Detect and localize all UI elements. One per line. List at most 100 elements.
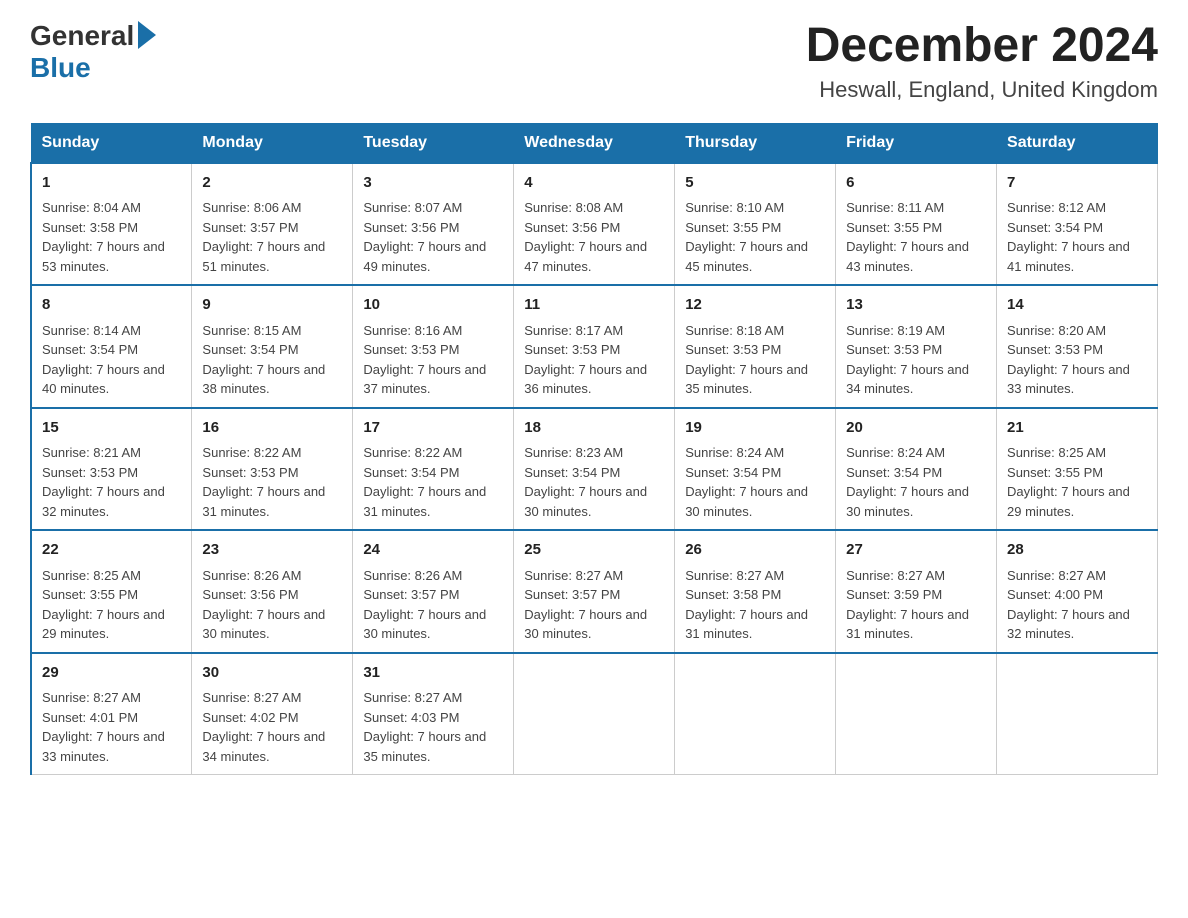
day-info: Sunrise: 8:26 AMSunset: 3:57 PMDaylight:… [363, 566, 503, 644]
calendar-cell: 6Sunrise: 8:11 AMSunset: 3:55 PMDaylight… [836, 163, 997, 286]
logo-blue-text: Blue [30, 52, 91, 83]
day-info: Sunrise: 8:12 AMSunset: 3:54 PMDaylight:… [1007, 198, 1147, 276]
day-info: Sunrise: 8:26 AMSunset: 3:56 PMDaylight:… [202, 566, 342, 644]
day-number: 28 [1007, 539, 1147, 562]
day-info: Sunrise: 8:20 AMSunset: 3:53 PMDaylight:… [1007, 321, 1147, 399]
logo-general-text: General [30, 20, 134, 52]
calendar-table: Sunday Monday Tuesday Wednesday Thursday… [30, 123, 1158, 776]
day-number: 30 [202, 662, 342, 685]
calendar-cell [675, 653, 836, 775]
calendar-cell: 5 Sunrise: 8:10 AMSunset: 3:55 PMDaylight… [675, 163, 836, 286]
day-number: 25 [524, 539, 664, 562]
day-info: Sunrise: 8:24 AMSunset: 3:54 PMDaylight:… [685, 443, 825, 521]
calendar-cell: 16Sunrise: 8:22 AMSunset: 3:53 PMDayligh… [192, 408, 353, 531]
day-number: 3 [363, 172, 503, 195]
day-number: 14 [1007, 294, 1147, 317]
col-wednesday: Wednesday [514, 123, 675, 163]
day-info: Sunrise: 8:17 AMSunset: 3:53 PMDaylight:… [524, 321, 664, 399]
week-row-5: 29 Sunrise: 8:27 AMSunset: 4:01 PMDayligh… [31, 653, 1158, 775]
day-number: 1 [42, 172, 181, 195]
day-number: 24 [363, 539, 503, 562]
day-info: Sunrise: 8:07 AMSunset: 3:56 PMDaylight:… [363, 198, 503, 276]
col-monday: Monday [192, 123, 353, 163]
day-info: Sunrise: 8:27 AMSunset: 4:03 PMDaylight:… [363, 688, 503, 766]
week-row-3: 15 Sunrise: 8:21 AMSunset: 3:53 PMDayligh… [31, 408, 1158, 531]
day-info: Sunrise: 8:27 AMSunset: 3:57 PMDaylight:… [524, 566, 664, 644]
calendar-cell: 12 Sunrise: 8:18 AMSunset: 3:53 PMDayligh… [675, 285, 836, 408]
calendar-cell: 18Sunrise: 8:23 AMSunset: 3:54 PMDayligh… [514, 408, 675, 531]
calendar-cell: 15 Sunrise: 8:21 AMSunset: 3:53 PMDayligh… [31, 408, 192, 531]
week-row-1: 1 Sunrise: 8:04 AMSunset: 3:58 PMDaylight… [31, 163, 1158, 286]
day-number: 8 [42, 294, 181, 317]
calendar-cell: 14 Sunrise: 8:20 AMSunset: 3:53 PMDayligh… [997, 285, 1158, 408]
day-info: Sunrise: 8:16 AMSunset: 3:53 PMDaylight:… [363, 321, 503, 399]
day-info: Sunrise: 8:14 AMSunset: 3:54 PMDaylight:… [42, 321, 181, 399]
day-number: 9 [202, 294, 342, 317]
calendar-cell: 27Sunrise: 8:27 AMSunset: 3:59 PMDayligh… [836, 530, 997, 653]
calendar-cell: 31 Sunrise: 8:27 AMSunset: 4:03 PMDayligh… [353, 653, 514, 775]
calendar-cell: 3 Sunrise: 8:07 AMSunset: 3:56 PMDaylight… [353, 163, 514, 286]
day-number: 5 [685, 172, 825, 195]
calendar-cell: 26 Sunrise: 8:27 AMSunset: 3:58 PMDayligh… [675, 530, 836, 653]
day-number: 26 [685, 539, 825, 562]
day-number: 6 [846, 172, 986, 195]
day-info: Sunrise: 8:21 AMSunset: 3:53 PMDaylight:… [42, 443, 181, 521]
day-number: 21 [1007, 417, 1147, 440]
calendar-header-row: Sunday Monday Tuesday Wednesday Thursday… [31, 123, 1158, 163]
day-info: Sunrise: 8:08 AMSunset: 3:56 PMDaylight:… [524, 198, 664, 276]
week-row-4: 22Sunrise: 8:25 AMSunset: 3:55 PMDayligh… [31, 530, 1158, 653]
day-number: 13 [846, 294, 986, 317]
calendar-cell: 21 Sunrise: 8:25 AMSunset: 3:55 PMDayligh… [997, 408, 1158, 531]
calendar-cell: 28Sunrise: 8:27 AMSunset: 4:00 PMDayligh… [997, 530, 1158, 653]
day-number: 17 [363, 417, 503, 440]
col-tuesday: Tuesday [353, 123, 514, 163]
calendar-cell: 2 Sunrise: 8:06 AMSunset: 3:57 PMDaylight… [192, 163, 353, 286]
logo: General Blue [30, 20, 156, 84]
calendar-cell: 4 Sunrise: 8:08 AMSunset: 3:56 PMDaylight… [514, 163, 675, 286]
day-info: Sunrise: 8:06 AMSunset: 3:57 PMDaylight:… [202, 198, 342, 276]
page-header: General Blue December 2024 Heswall, Engl… [30, 20, 1158, 103]
day-number: 31 [363, 662, 503, 685]
day-info: Sunrise: 8:19 AMSunset: 3:53 PMDaylight:… [846, 321, 986, 399]
location-subtitle: Heswall, England, United Kingdom [806, 77, 1158, 103]
calendar-cell: 7Sunrise: 8:12 AMSunset: 3:54 PMDaylight… [997, 163, 1158, 286]
day-number: 27 [846, 539, 986, 562]
day-info: Sunrise: 8:27 AMSunset: 3:58 PMDaylight:… [685, 566, 825, 644]
day-info: Sunrise: 8:18 AMSunset: 3:53 PMDaylight:… [685, 321, 825, 399]
day-info: Sunrise: 8:10 AMSunset: 3:55 PMDaylight:… [685, 198, 825, 276]
day-number: 4 [524, 172, 664, 195]
day-info: Sunrise: 8:04 AMSunset: 3:58 PMDaylight:… [42, 198, 181, 276]
day-number: 12 [685, 294, 825, 317]
calendar-cell: 24 Sunrise: 8:26 AMSunset: 3:57 PMDayligh… [353, 530, 514, 653]
calendar-cell: 30 Sunrise: 8:27 AMSunset: 4:02 PMDayligh… [192, 653, 353, 775]
calendar-cell: 17 Sunrise: 8:22 AMSunset: 3:54 PMDayligh… [353, 408, 514, 531]
day-number: 29 [42, 662, 181, 685]
calendar-cell: 8 Sunrise: 8:14 AMSunset: 3:54 PMDaylight… [31, 285, 192, 408]
day-info: Sunrise: 8:27 AMSunset: 4:02 PMDaylight:… [202, 688, 342, 766]
week-row-2: 8 Sunrise: 8:14 AMSunset: 3:54 PMDaylight… [31, 285, 1158, 408]
day-info: Sunrise: 8:27 AMSunset: 4:01 PMDaylight:… [42, 688, 181, 766]
calendar-cell: 25 Sunrise: 8:27 AMSunset: 3:57 PMDayligh… [514, 530, 675, 653]
calendar-cell: 20Sunrise: 8:24 AMSunset: 3:54 PMDayligh… [836, 408, 997, 531]
title-block: December 2024 Heswall, England, United K… [806, 20, 1158, 103]
calendar-cell: 11 Sunrise: 8:17 AMSunset: 3:53 PMDayligh… [514, 285, 675, 408]
calendar-cell: 22Sunrise: 8:25 AMSunset: 3:55 PMDayligh… [31, 530, 192, 653]
day-number: 22 [42, 539, 181, 562]
calendar-cell: 13 Sunrise: 8:19 AMSunset: 3:53 PMDayligh… [836, 285, 997, 408]
day-info: Sunrise: 8:24 AMSunset: 3:54 PMDaylight:… [846, 443, 986, 521]
day-number: 16 [202, 417, 342, 440]
col-friday: Friday [836, 123, 997, 163]
day-info: Sunrise: 8:22 AMSunset: 3:54 PMDaylight:… [363, 443, 503, 521]
logo-triangle-icon [138, 21, 156, 49]
day-number: 2 [202, 172, 342, 195]
calendar-cell: 19 Sunrise: 8:24 AMSunset: 3:54 PMDayligh… [675, 408, 836, 531]
day-number: 19 [685, 417, 825, 440]
day-info: Sunrise: 8:25 AMSunset: 3:55 PMDaylight:… [1007, 443, 1147, 521]
calendar-cell: 10Sunrise: 8:16 AMSunset: 3:53 PMDayligh… [353, 285, 514, 408]
calendar-cell: 29 Sunrise: 8:27 AMSunset: 4:01 PMDayligh… [31, 653, 192, 775]
calendar-cell: 1 Sunrise: 8:04 AMSunset: 3:58 PMDaylight… [31, 163, 192, 286]
day-number: 11 [524, 294, 664, 317]
day-number: 15 [42, 417, 181, 440]
calendar-cell: 23Sunrise: 8:26 AMSunset: 3:56 PMDayligh… [192, 530, 353, 653]
calendar-cell [997, 653, 1158, 775]
